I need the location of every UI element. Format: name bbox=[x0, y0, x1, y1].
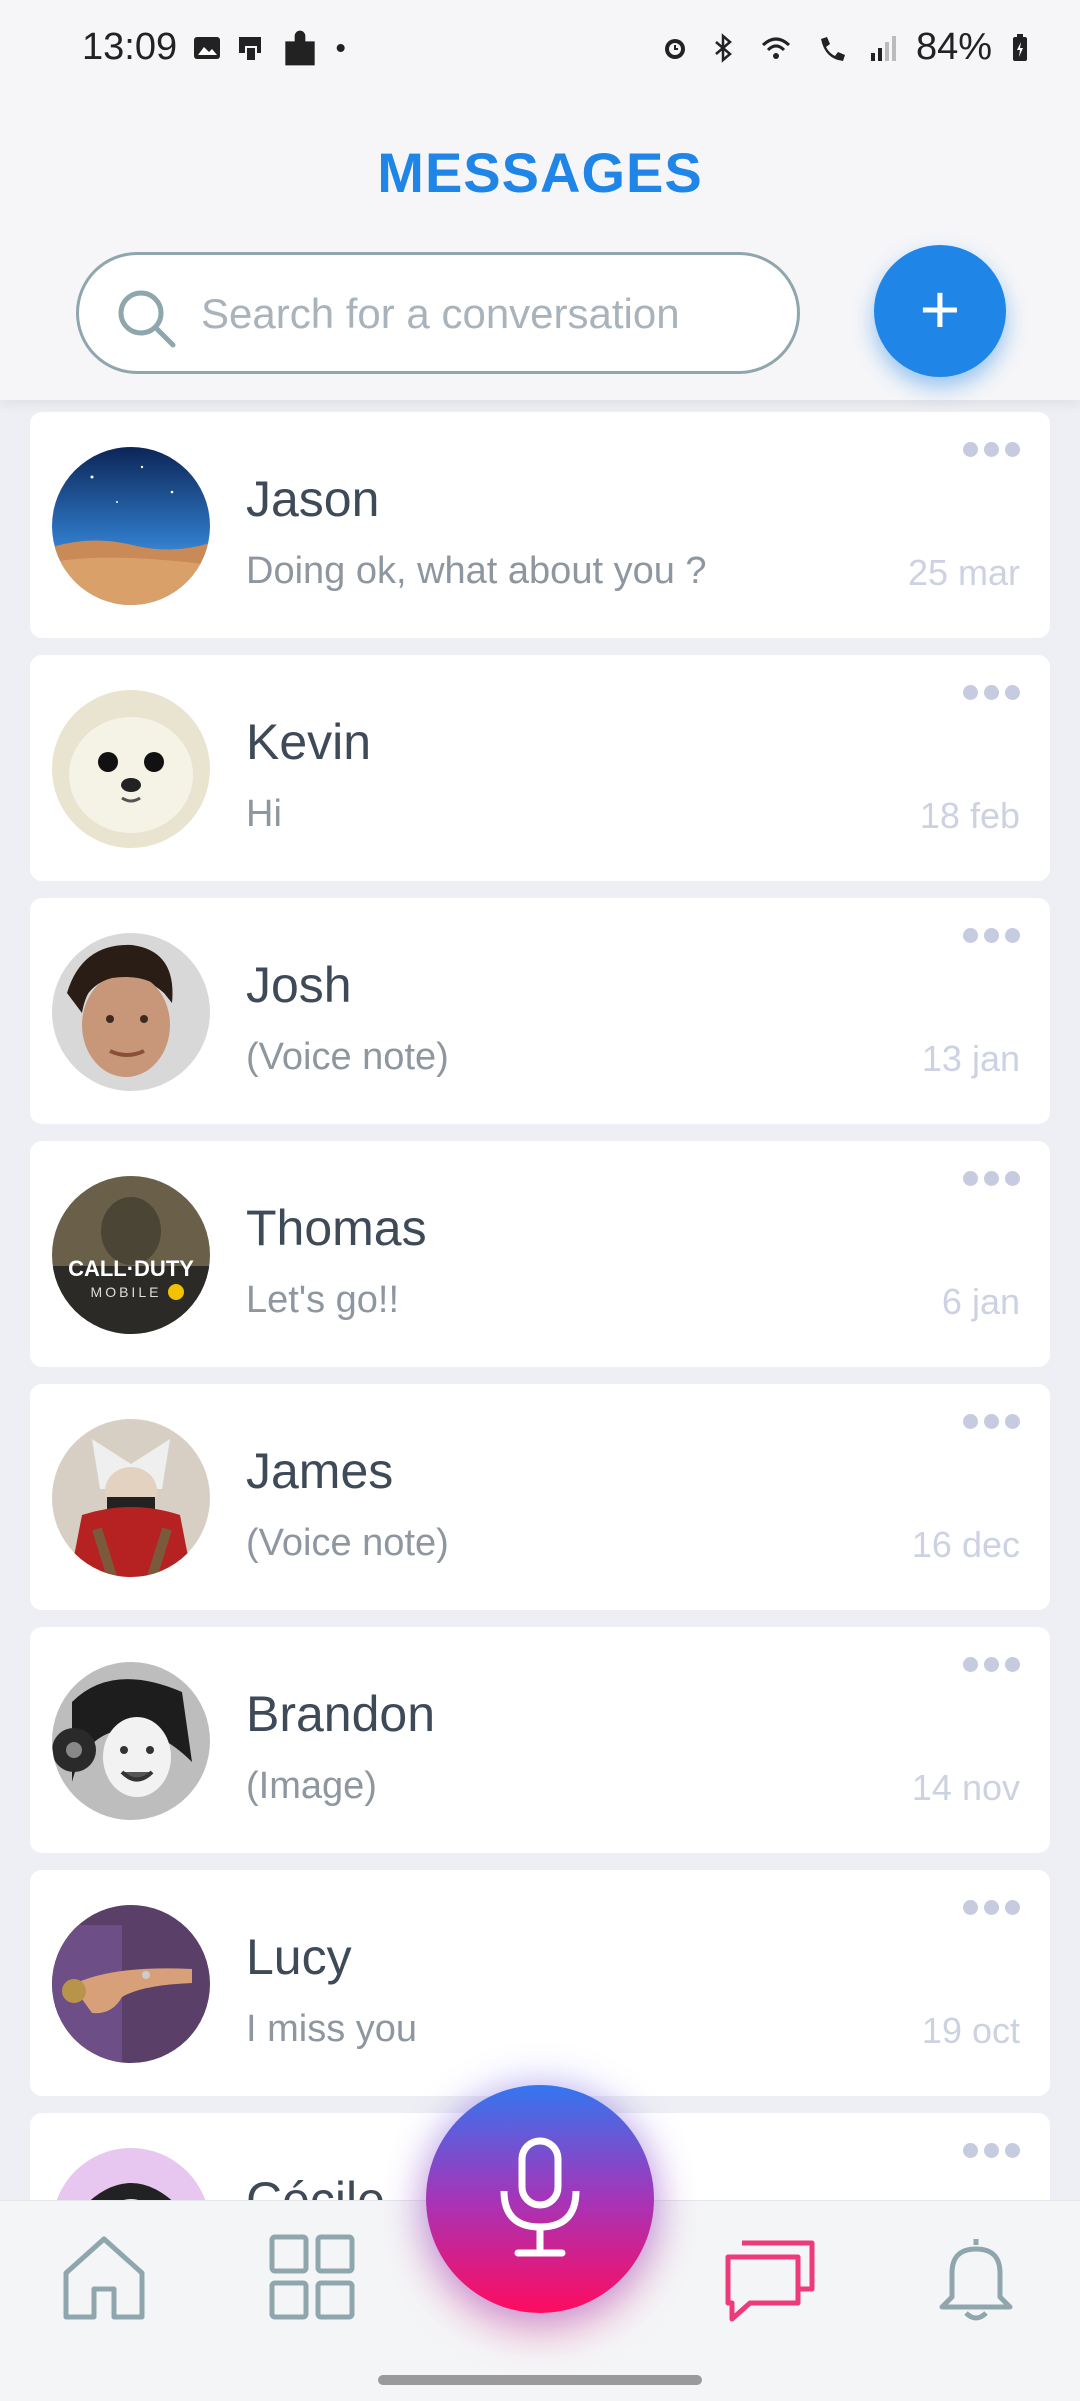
chat-icon[interactable] bbox=[722, 2231, 818, 2327]
more-options-icon[interactable] bbox=[963, 1171, 1020, 1186]
message-preview: (Voice note) bbox=[246, 1036, 449, 1078]
avatar bbox=[52, 933, 210, 1091]
mic-icon bbox=[500, 2137, 580, 2257]
conversation-item-brandon[interactable]: Brandon (Image) 14 nov bbox=[30, 1627, 1050, 1853]
message-date: 6 jan bbox=[941, 1281, 1020, 1322]
message-date: 19 oct bbox=[921, 2010, 1020, 2051]
contact-name: Lucy bbox=[246, 1929, 352, 1985]
conversation-list[interactable]: Jason Doing ok, what about you ? 25 mar … bbox=[30, 412, 1050, 2356]
avatar: CALL·DUTY MOBILE bbox=[52, 1176, 210, 1334]
voice-record-button[interactable] bbox=[426, 2085, 654, 2313]
page-title: MESSAGES bbox=[377, 141, 703, 204]
signal-icon bbox=[870, 35, 896, 61]
message-date: 18 feb bbox=[919, 795, 1020, 836]
message-date: 13 jan bbox=[921, 1038, 1020, 1079]
bell-icon[interactable] bbox=[930, 2231, 1022, 2323]
contact-name: Thomas bbox=[246, 1200, 427, 1256]
bluetooth-icon bbox=[715, 32, 732, 63]
search-bar[interactable] bbox=[76, 252, 800, 374]
message-preview: Let's go!! bbox=[246, 1279, 400, 1321]
conversation-item-kevin[interactable]: Kevin Hi 18 feb bbox=[30, 655, 1050, 881]
more-options-icon[interactable] bbox=[963, 1657, 1020, 1672]
contact-name: James bbox=[246, 1443, 394, 1499]
avatar bbox=[52, 1662, 210, 1820]
home-icon[interactable] bbox=[58, 2231, 150, 2323]
more-options-icon[interactable] bbox=[963, 1900, 1020, 1915]
logo-text-line2: MOBILE bbox=[91, 1284, 162, 1300]
system-icons: 84% bbox=[660, 26, 1030, 69]
more-options-icon[interactable] bbox=[963, 685, 1020, 700]
avatar bbox=[52, 690, 210, 848]
conversation-item-lucy[interactable]: Lucy I miss you 19 oct bbox=[30, 1870, 1050, 2096]
more-options-icon[interactable] bbox=[963, 1414, 1020, 1429]
wifi-calling-icon bbox=[820, 36, 845, 61]
message-date: 16 dec bbox=[911, 1524, 1020, 1565]
message-preview: Hi bbox=[246, 793, 282, 835]
battery-percentage: 84% bbox=[915, 26, 992, 68]
header: MESSAGES + bbox=[0, 100, 1080, 400]
contact-name: Kevin bbox=[246, 714, 372, 770]
contact-name: Josh bbox=[246, 957, 352, 1013]
conversation-item-thomas[interactable]: CALL·DUTY MOBILE Thomas Let's go!! 6 jan bbox=[30, 1141, 1050, 1367]
puzzle-icon bbox=[285, 30, 315, 66]
status-time: 13:09 bbox=[82, 26, 178, 68]
conversation-item-josh[interactable]: Josh (Voice note) 13 jan bbox=[30, 898, 1050, 1124]
message-preview: (Voice note) bbox=[246, 1522, 449, 1564]
contact-name: Jason bbox=[246, 471, 380, 527]
message-preview: I miss you bbox=[246, 2008, 418, 2050]
call-of-duty-logo-image: CALL·DUTY MOBILE bbox=[52, 1176, 210, 1334]
cast-icon bbox=[239, 37, 261, 62]
hand-with-watch-image bbox=[52, 1905, 210, 2063]
conversation-item-james[interactable]: James (Voice note) 16 dec bbox=[30, 1384, 1050, 1610]
logo-text-line1: CALL·DUTY bbox=[68, 1256, 194, 1281]
more-options-icon[interactable] bbox=[963, 928, 1020, 943]
status-bar: 13:09 84% bbox=[0, 0, 1080, 100]
more-options-icon[interactable] bbox=[963, 442, 1020, 457]
anime-warrior-image bbox=[52, 1419, 210, 1577]
message-preview: Doing ok, what about you ? bbox=[246, 550, 707, 592]
home-indicator[interactable] bbox=[378, 2375, 702, 2385]
avatar bbox=[52, 447, 210, 605]
dot-icon bbox=[336, 44, 345, 52]
search-input[interactable] bbox=[199, 283, 783, 345]
message-preview: (Image) bbox=[246, 1765, 377, 1807]
battery-icon bbox=[1013, 33, 1027, 61]
alarm-icon bbox=[664, 38, 685, 59]
man-portrait-image bbox=[52, 933, 210, 1091]
avatar bbox=[52, 1419, 210, 1577]
grid-icon[interactable] bbox=[266, 2231, 358, 2323]
notification-icons bbox=[192, 28, 354, 68]
wifi-icon bbox=[761, 37, 790, 59]
message-date: 14 nov bbox=[911, 1767, 1020, 1808]
more-options-icon[interactable] bbox=[963, 2143, 1020, 2158]
desert-night-image bbox=[52, 447, 210, 605]
anime-character-image bbox=[52, 1662, 210, 1820]
seal-image bbox=[52, 690, 210, 848]
search-icon bbox=[118, 290, 176, 348]
avatar bbox=[52, 1905, 210, 2063]
message-date: 25 mar bbox=[907, 552, 1020, 593]
new-conversation-button[interactable]: + bbox=[874, 245, 1006, 377]
conversation-item-jason[interactable]: Jason Doing ok, what about you ? 25 mar bbox=[30, 412, 1050, 638]
gallery-icon bbox=[194, 37, 220, 59]
contact-name: Brandon bbox=[246, 1686, 436, 1742]
